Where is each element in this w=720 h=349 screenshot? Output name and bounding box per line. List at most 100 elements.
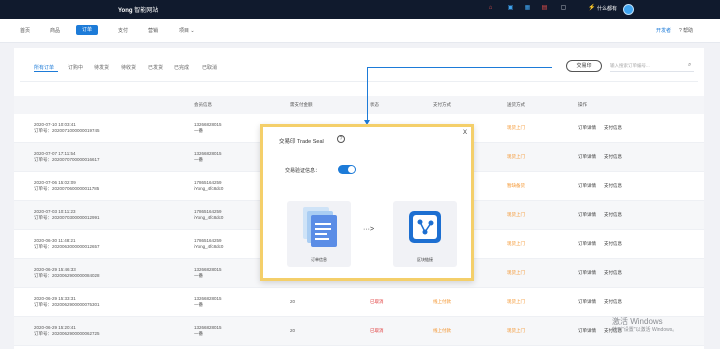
order-details-link[interactable]: 订单详情 (578, 270, 596, 276)
tab-ordering[interactable]: 订购中 (68, 64, 83, 71)
order-details-link[interactable]: 订单详情 (578, 212, 596, 218)
question-icon[interactable]: ? (337, 135, 345, 143)
nav-item-projects[interactable]: 项目 ⌄ (179, 27, 195, 34)
documents-icon (303, 207, 337, 247)
column-header-status: 状态 (370, 102, 379, 107)
tab-all-orders[interactable]: 所有订单 (34, 64, 54, 71)
tab-completed[interactable]: 已完成 (174, 64, 189, 71)
order-time: 2020-06-30 11:48:21 订单号：20200630000000126… (34, 238, 100, 250)
member-info-line-2: 一番 (194, 157, 203, 162)
order-time-line-2: 订单号：2020071000000019745 (34, 128, 100, 133)
help-icon: ? (679, 28, 682, 34)
payment-info-link[interactable]: 支付信息 (604, 299, 622, 305)
payment-info-link[interactable]: 支付信息 (604, 125, 622, 131)
order-time: 2020-07-03 10:11:23 订单号：20200703000000129… (34, 209, 100, 221)
member-info: 13266828015 一番 (194, 122, 222, 134)
delivery-cell: 现货上门 (507, 328, 525, 333)
order-time: 2020-07-06 15:02:09 订单号：20200706000000117… (34, 180, 99, 192)
calendar-icon[interactable]: ▢ (560, 5, 567, 12)
nav-item-marketing[interactable]: 营销 (148, 27, 158, 34)
developer-link[interactable]: 开发者 (656, 27, 671, 34)
toggle-knob (348, 166, 355, 173)
order-time: 2020-07-10 10:03:41 订单号：20200710000000197… (34, 122, 100, 134)
delivery-cell: 现货上门 (507, 125, 525, 130)
divider (20, 81, 698, 82)
status-cell: 已取消 (370, 299, 384, 304)
order-time-line-2: 订单号：2020062900000084028 (34, 273, 100, 278)
help-label: 帮助 (683, 28, 694, 34)
member-info: 17865164259 iYong_4fc8dc0 (194, 180, 223, 192)
search-icon[interactable]: ⌕ (688, 62, 691, 69)
tab-to-ship[interactable]: 待发货 (94, 64, 109, 71)
order-details-link[interactable]: 订单详情 (578, 241, 596, 247)
order-details-link[interactable]: 订单详情 (578, 125, 596, 131)
message-icon[interactable]: ▤ (541, 5, 548, 12)
table-row: 2020-06-29 15:20:41 订单号：20200629000000627… (14, 317, 704, 346)
avatar[interactable] (623, 4, 634, 15)
nav-item-payment[interactable]: 支付 (118, 27, 128, 34)
order-time: 2020-07-07 17:11:54 订单号：20200707000000166… (34, 151, 100, 163)
order-details-link[interactable]: 订单详情 (578, 328, 596, 334)
trade-seal-button[interactable]: 交易印 (566, 60, 602, 72)
delivery-cell: 现货上门 (507, 212, 525, 217)
lightning-icon[interactable]: ⚡ (588, 5, 595, 12)
order-details-link[interactable]: 订单详情 (578, 154, 596, 160)
delivery-cell: 现货上门 (507, 241, 525, 246)
nav-bar: 首页 商品 订单 支付 营销 项目 ⌄ 开发者 ? 帮助 (0, 19, 720, 43)
member-info: 17865164259 iYong_4fc8dc0 (194, 238, 223, 250)
brand[interactable]: Yong 智能网站 (118, 5, 158, 14)
close-icon[interactable]: X (463, 130, 467, 136)
order-time: 2020-06-29 15:20:41 订单号：20200629000000627… (34, 325, 100, 337)
column-header-member: 会员信息 (194, 102, 212, 107)
payment-info-link[interactable]: 支付信息 (604, 241, 622, 247)
column-header-actions: 操作 (578, 102, 587, 107)
member-info-line-2: 一番 (194, 128, 203, 133)
member-info-line-2: iYong_4fc8dc0 (194, 186, 224, 191)
tab-shipped[interactable]: 已发货 (148, 64, 163, 71)
user-name[interactable]: 什么都有 (597, 5, 617, 12)
member-info: 13266828015 一番 (194, 296, 222, 308)
tab-cancelled[interactable]: 已取消 (202, 64, 217, 71)
order-details-link[interactable]: 订单详情 (578, 183, 596, 189)
home-icon[interactable]: ⌂ (487, 5, 494, 12)
order-time: 2020-06-29 15:33:31 订单号：20200629000000753… (34, 296, 100, 308)
payment-info-link[interactable]: 支付信息 (604, 154, 622, 160)
monitor-icon[interactable]: ▣ (507, 5, 514, 12)
member-info-line-2: 一番 (194, 331, 203, 336)
member-info-line-2: 一番 (194, 302, 203, 307)
search-input[interactable]: 输入搜索订单编号... (610, 62, 694, 72)
column-header-amount: 需支付金额 (290, 102, 313, 107)
order-details-link[interactable]: 订单详情 (578, 299, 596, 305)
order-time-line-2: 订单号：2020070600000011785 (34, 186, 100, 191)
windows-activation-hint: 转到"设置"以激活 Windows。 (612, 327, 678, 333)
dialog-title: 交易印 Trade Seal (279, 139, 324, 145)
order-time-line-2: 订单号：2020062900000075301 (34, 302, 100, 307)
member-info-line-2: 一番 (194, 273, 203, 278)
order-time-line-2: 订单号：2020062900000062725 (34, 331, 100, 336)
payment-info-link[interactable]: 支付信息 (604, 183, 622, 189)
table-row: 2020-06-29 15:33:31 订单号：20200629000000753… (14, 288, 704, 317)
nav-item-products[interactable]: 商品 (50, 27, 60, 34)
flow-arrow-icon: ···> (363, 226, 375, 233)
nav-item-home[interactable]: 首页 (20, 27, 30, 34)
help-link[interactable]: ? 帮助 (679, 27, 693, 34)
grid-icon[interactable]: ▦ (524, 5, 531, 12)
verify-label: 交易验证信息： (285, 168, 321, 174)
active-tab-indicator (34, 71, 58, 72)
tab-to-receive[interactable]: 待收货 (121, 64, 136, 71)
blockchain-card: 区块链接 (393, 201, 457, 267)
order-time-line-2: 订单号：2020063000000012657 (34, 244, 100, 249)
nav-item-orders[interactable]: 订单 (76, 25, 99, 35)
status-cell: 已取消 (370, 328, 384, 333)
chevron-down-icon: ⌄ (190, 28, 195, 34)
blockchain-icon (409, 211, 441, 243)
payment-info-link[interactable]: 支付信息 (604, 270, 622, 276)
payment-info-link[interactable]: 支付信息 (604, 212, 622, 218)
member-info-line-2: iYong_4fc8dc0 (194, 244, 224, 249)
member-info: 17865164259 iYong_4fc8dc0 (194, 209, 223, 221)
order-time-line-2: 订单号：2020070700000016617 (34, 157, 100, 162)
brand-mark: Yong (118, 8, 133, 14)
member-info: 13266828015 一番 (194, 151, 222, 163)
verify-toggle[interactable] (338, 165, 356, 174)
payment-cell: 线上付款 (433, 328, 451, 333)
